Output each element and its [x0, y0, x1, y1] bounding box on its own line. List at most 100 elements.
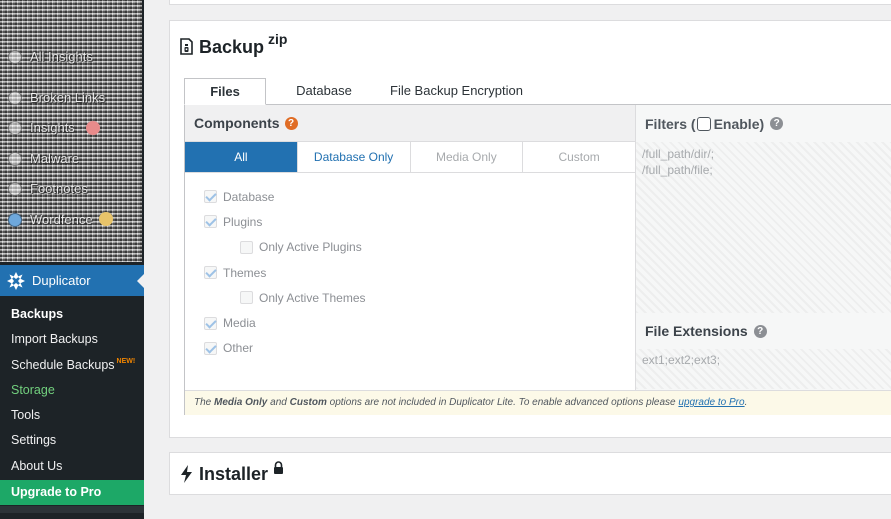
notice-text: and [267, 397, 290, 408]
submenu-backups[interactable]: Backups [0, 302, 144, 327]
admin-sidebar: All Insights Broken Links Insights Malwa… [0, 0, 144, 519]
sidebar-item-duplicator[interactable]: Duplicator [0, 265, 144, 296]
filter-paths-textarea[interactable]: /full_path/dir/; /full_path/file; [636, 142, 891, 313]
sidebar-item-malware[interactable]: Malware [30, 151, 79, 166]
notice-text: The [194, 397, 215, 408]
submenu-settings-label: Settings [11, 433, 57, 448]
previous-panel-edge [169, 0, 891, 5]
media-checkbox[interactable] [204, 316, 217, 330]
sidebar-item-insights[interactable]: Insights [30, 120, 75, 135]
media-label: Media [223, 316, 256, 331]
component-only-active-themes: Only Active Themes [204, 285, 366, 310]
chart-icon [8, 50, 22, 64]
notice-custom: Custom [289, 397, 327, 408]
installer-title: Installer [199, 464, 269, 484]
note-icon [8, 182, 22, 196]
insights-icon [8, 121, 22, 135]
filters-enable-checkbox[interactable] [696, 116, 711, 131]
wordfence-icon [8, 213, 22, 227]
file-zip-icon [180, 38, 193, 55]
themes-checkbox[interactable] [204, 266, 217, 280]
file-extensions-title: File Extensions [645, 323, 748, 339]
filters-help-icon[interactable]: ? [770, 117, 784, 130]
installer-heading[interactable]: Installer [180, 461, 284, 485]
sidebar-item-footnotes[interactable]: Footnotes [30, 181, 88, 196]
submenu-about-us[interactable]: About Us [0, 454, 144, 479]
preset-custom-button[interactable]: Custom [523, 142, 635, 172]
submenu-import-backups[interactable]: Import Backups [0, 327, 144, 352]
duplicator-label: Duplicator [32, 273, 91, 288]
submenu-import-backups-label: Import Backups [11, 332, 98, 347]
submenu-upgrade-label: Upgrade to Pro [11, 485, 102, 500]
filter-paths-line: /full_path/dir/; [642, 147, 715, 161]
component-media: Media [204, 310, 366, 335]
submenu-settings[interactable]: Settings [0, 428, 144, 453]
tab-file-backup-encryption[interactable]: File Backup Encryption [382, 78, 523, 105]
bolt-icon [181, 465, 192, 483]
filters-enable-label: Enable) [713, 115, 765, 132]
upgrade-to-pro-link[interactable]: upgrade to Pro [678, 397, 744, 408]
preset-media-only-button[interactable]: Media Only [410, 142, 524, 172]
link-icon [8, 91, 22, 105]
component-only-active-plugins: Only Active Plugins [204, 235, 366, 260]
notice-text: . [744, 397, 748, 408]
notice-media-only: Media Only [214, 397, 268, 408]
submenu-about-us-label: About Us [11, 458, 63, 473]
file-extensions-placeholder: ext1;ext2;ext3; [642, 353, 721, 367]
component-checkbox-list: Database Plugins Only Active Plugins The… [204, 184, 366, 361]
obscured-menu-region: All Insights Broken Links Insights Malwa… [0, 0, 142, 262]
filter-paths-line: /full_path/file; [642, 163, 713, 177]
preset-all-button[interactable]: All [185, 142, 298, 172]
component-preset-selector: All Database Only Media Only Custom [185, 142, 635, 173]
sidebar-item-broken-links[interactable]: Broken Links [30, 90, 105, 105]
other-label: Other [223, 341, 254, 356]
installer-panel: Installer [169, 452, 891, 495]
backup-title: Backup [199, 37, 265, 57]
components-pane: Components ? All Database Only Media Onl… [185, 105, 636, 390]
sidebar-item-all-insights[interactable]: All Insights [30, 49, 93, 64]
lock-icon [274, 461, 284, 474]
components-header: Components ? [185, 105, 635, 142]
backup-heading: Backup zip [180, 31, 287, 58]
other-checkbox[interactable] [204, 341, 217, 355]
wordfence-badge [99, 212, 113, 226]
submenu-storage-label: Storage [11, 382, 55, 397]
database-label: Database [223, 189, 275, 204]
only-active-themes-checkbox[interactable] [240, 291, 253, 305]
duplicator-submenu: Backups Import Backups Schedule Backups N… [0, 302, 144, 506]
component-other: Other [204, 336, 366, 361]
file-extensions-textarea[interactable]: ext1;ext2;ext3; [636, 349, 891, 389]
insights-badge [86, 121, 100, 135]
notice-text: options are not included in Duplicator L… [326, 397, 679, 408]
submenu-schedule-backups[interactable]: Schedule Backups NEW! [0, 353, 144, 378]
files-tab-content: Components ? All Database Only Media Onl… [184, 104, 891, 415]
component-themes: Themes [204, 260, 366, 285]
backup-panel: Backup zip Files Database File Backup En… [169, 20, 891, 438]
submenu-upgrade-to-pro[interactable]: Upgrade to Pro [0, 480, 144, 506]
backup-tabs: Files Database File Backup Encryption [184, 78, 523, 105]
preset-database-only-button[interactable]: Database Only [297, 142, 411, 172]
duplicator-icon [7, 271, 25, 290]
sidebar-item-wordfence[interactable]: Wordfence [30, 212, 93, 227]
submenu-schedule-backups-label: Schedule Backups [11, 357, 115, 372]
submenu-tools-label: Tools [11, 408, 41, 423]
component-database: Database [204, 184, 366, 209]
plugins-checkbox[interactable] [204, 215, 217, 229]
submenu-storage[interactable]: Storage [0, 378, 144, 403]
only-active-plugins-label: Only Active Plugins [259, 240, 362, 255]
only-active-plugins-checkbox[interactable] [240, 240, 253, 254]
plugins-label: Plugins [223, 214, 263, 229]
tab-files[interactable]: Files [184, 78, 266, 105]
file-extensions-help-icon[interactable]: ? [753, 324, 767, 338]
submenu-backups-label: Backups [11, 307, 64, 321]
filters-header: Filters ( Enable) ? [636, 105, 891, 142]
backup-title-zip: zip [268, 31, 288, 47]
components-help-icon[interactable]: ? [284, 116, 298, 130]
filters-title: Filters ( [645, 115, 696, 132]
component-plugins: Plugins [204, 209, 366, 234]
tab-database[interactable]: Database [266, 78, 382, 105]
submenu-tools[interactable]: Tools [0, 403, 144, 428]
filters-pane: Filters ( Enable) ? /full_path/dir/; /fu… [636, 105, 891, 390]
components-title: Components [194, 115, 280, 131]
database-checkbox[interactable] [204, 190, 217, 204]
